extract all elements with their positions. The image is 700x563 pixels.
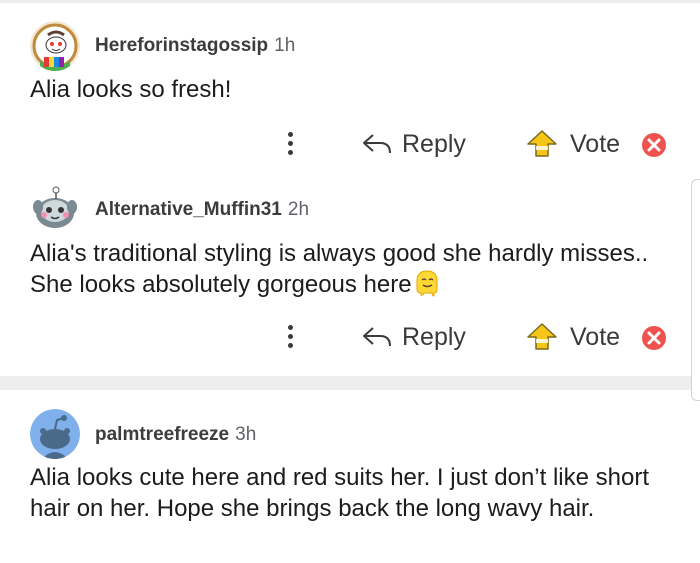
downvote-icon[interactable] <box>641 325 667 351</box>
scrollbar[interactable] <box>691 179 700 401</box>
reply-arrow-icon <box>363 134 391 154</box>
comment-time: 1h <box>274 35 296 56</box>
reply-label: Reply <box>402 129 466 158</box>
vote-button[interactable]: Vote <box>526 319 620 355</box>
comment-body: Alia looks so fresh! <box>30 74 660 105</box>
author-name[interactable]: palmtreefreeze <box>95 424 229 445</box>
upvote-icon[interactable] <box>526 322 558 352</box>
author-name[interactable]: Hereforinstagossip <box>95 35 268 56</box>
comment-time: 2h <box>287 199 310 220</box>
more-vertical-icon[interactable] <box>280 321 300 353</box>
vote-label: Vote <box>570 129 621 158</box>
thread-divider <box>0 376 700 390</box>
vote-label: Vote <box>570 322 621 351</box>
comment-time: 3h <box>235 424 257 445</box>
reply-button[interactable]: Reply <box>362 126 466 162</box>
comment-body: Alia's traditional styling is always goo… <box>30 238 660 305</box>
default-snoo-icon[interactable] <box>30 409 80 459</box>
comment-text: Alia looks cute here and red suits her. … <box>30 464 649 522</box>
melting-face-emoji <box>414 269 440 305</box>
comment-text: Alia's traditional styling is always goo… <box>30 240 649 298</box>
comment-actions: Reply Vote <box>0 126 690 166</box>
top-divider <box>0 0 700 3</box>
comment-text: Alia looks so fresh! <box>30 76 232 103</box>
reply-label: Reply <box>402 322 466 351</box>
comment-body: Alia looks cute here and red suits her. … <box>30 462 660 524</box>
snoo-avatar-icon[interactable] <box>30 183 80 233</box>
author-name[interactable]: Alternative_Muffin31 <box>95 199 282 220</box>
vote-button[interactable]: Vote <box>526 126 620 162</box>
snoo-avatar-icon[interactable] <box>30 21 80 71</box>
upvote-icon[interactable] <box>526 129 558 159</box>
reply-arrow-icon <box>363 327 391 347</box>
more-vertical-icon[interactable] <box>280 128 300 160</box>
comment-actions: Reply Vote <box>0 319 690 359</box>
comment-author[interactable]: Alternative_Muffin31 2h <box>95 199 309 221</box>
comment-author[interactable]: Hereforinstagossip 1h <box>95 35 295 57</box>
downvote-icon[interactable] <box>641 132 667 158</box>
comment-author[interactable]: palmtreefreeze 3h <box>95 424 256 446</box>
reply-button[interactable]: Reply <box>362 319 466 355</box>
